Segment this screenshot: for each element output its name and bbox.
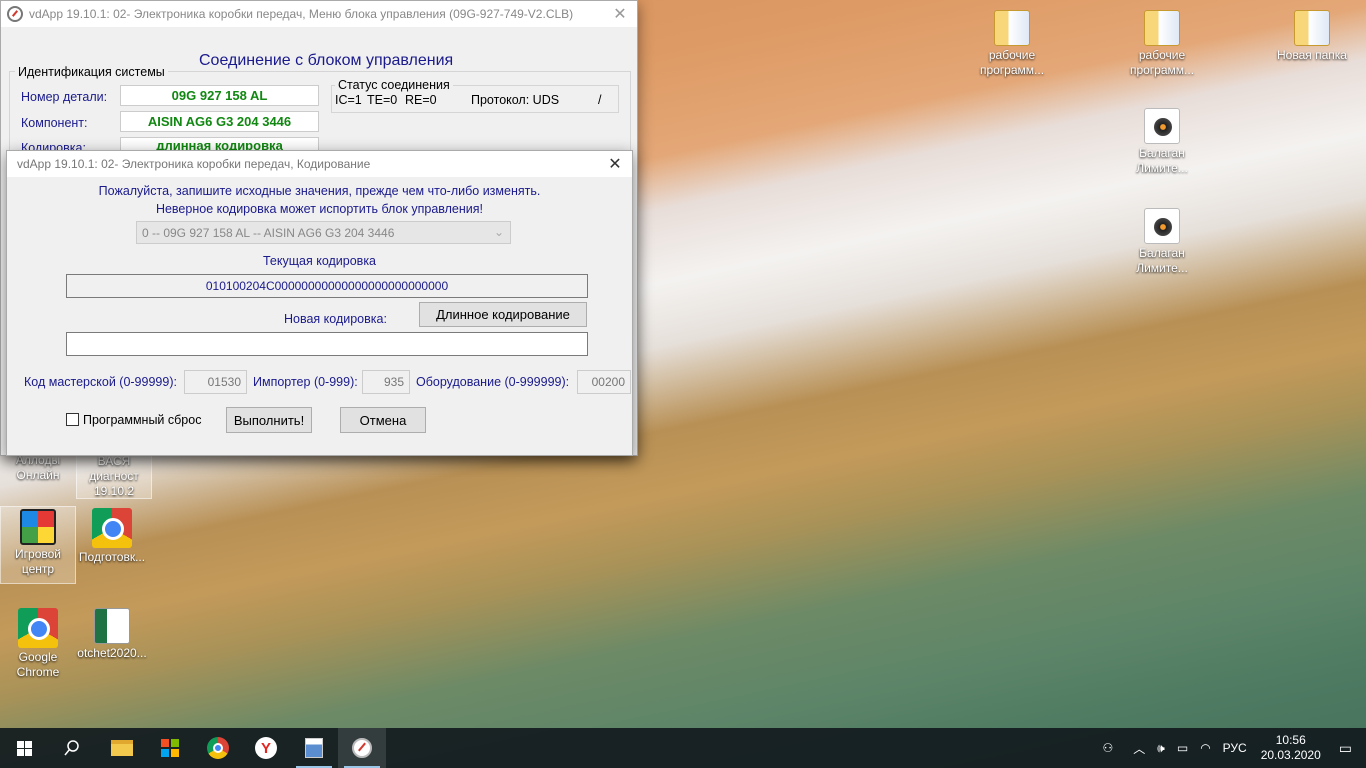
chevron-up-icon[interactable]: ︿ (1133, 740, 1145, 757)
desktop-icon-media-1[interactable]: Балаган Лимите... (1124, 108, 1200, 176)
taskbar-chrome[interactable] (194, 728, 242, 768)
notification-icon[interactable]: ▭ (1339, 740, 1352, 757)
desktop-icon-label: ВАСЯ диагност 19.10.2 (89, 454, 139, 498)
main-titlebar[interactable]: vdApp 19.10.1: 02- Электроника коробки п… (1, 1, 637, 27)
chrome-icon (18, 608, 58, 648)
chrome-icon (92, 508, 132, 548)
status-te: TE=0 (367, 93, 398, 107)
desktop-icon-media-2[interactable]: Балаган Лимите... (1124, 208, 1200, 276)
taskbar-app-image[interactable] (290, 728, 338, 768)
search-icon (64, 740, 79, 756)
desktop-icon-chrome-prep[interactable]: Подготовк... (74, 508, 150, 565)
status-ic: IC=1 (335, 93, 362, 107)
workshop-code-input[interactable]: 01530 (184, 370, 247, 394)
taskbar-explorer[interactable] (98, 728, 146, 768)
long-coding-button[interactable]: Длинное кодирование (419, 302, 587, 327)
desktop-icon-label: otchet2020... (77, 646, 147, 660)
system-tray: ⚇ ︿ 🕪 ▭ ◠ РУС 10:56 20.03.2020 ▭ (1097, 728, 1366, 768)
desktop-icon-vasya[interactable]: ВАСЯ диагност 19.10.2 (76, 453, 152, 499)
status-re: RE=0 (405, 93, 437, 107)
main-window-title: vdApp 19.10.1: 02- Электроника коробки п… (29, 7, 574, 21)
module-select[interactable]: 0 -- 09G 927 158 AL -- AISIN AG6 G3 204 … (136, 221, 511, 244)
status-slash: / (598, 93, 602, 107)
desktop-icon-label: Google Chrome (16, 650, 60, 679)
desktop-icon-google-chrome[interactable]: Google Chrome (0, 608, 76, 680)
workshop-code-label: Код мастерской (0-99999): (24, 375, 177, 389)
taskbar-vdapp[interactable] (338, 728, 386, 768)
desktop-icon-game-center[interactable]: Игровой центр (0, 506, 76, 584)
chevron-down-icon: ⌄ (493, 225, 504, 239)
clock-date: 20.03.2020 (1260, 748, 1321, 762)
search-button[interactable] (48, 728, 96, 768)
module-select-value: 0 -- 09G 927 158 AL -- AISIN AG6 G3 204 … (142, 225, 395, 240)
app-logo-icon (7, 6, 23, 22)
execute-button[interactable]: Выполнить! (226, 407, 312, 433)
ident-group-label: Идентификация системы (15, 65, 168, 79)
desktop-icon-folder-2[interactable]: рабочие программ... (1124, 10, 1200, 78)
importer-input[interactable]: 935 (362, 370, 410, 394)
desktop-icon-label: Новая папка (1277, 48, 1347, 62)
desktop-icon-label: рабочие программ... (1129, 48, 1195, 77)
language-indicator[interactable]: РУС (1223, 741, 1247, 755)
status-protocol: Протокол: UDS (471, 93, 560, 107)
status-group-label: Статус соединения (335, 78, 453, 92)
desktop-icon-folder-1[interactable]: рабочие программ... (974, 10, 1050, 78)
yandex-icon: Y (255, 737, 277, 759)
vdapp-icon (352, 738, 372, 758)
current-coding-label: Текущая кодировка (262, 254, 377, 268)
desktop-icon-label: Балаган Лимите... (1136, 246, 1188, 275)
image-app-icon (305, 738, 323, 758)
part-number-value: 09G 927 158 AL (120, 85, 319, 106)
warning-text-2: Неверное кодировка может испортить блок … (155, 202, 484, 216)
equipment-label: Оборудование (0-999999): (416, 375, 570, 389)
clock-time: 10:56 (1275, 733, 1306, 747)
component-value: AISIN AG6 G3 204 3446 (120, 111, 319, 132)
wifi-icon[interactable]: ◠ (1200, 741, 1210, 755)
clock[interactable]: 10:56 20.03.2020 (1261, 733, 1321, 763)
current-coding-value: 010100204C00000000000000000000000000 (66, 274, 588, 298)
soft-reset-checkbox[interactable] (66, 413, 79, 426)
start-button[interactable] (0, 728, 48, 768)
cube-icon (20, 509, 56, 545)
store-icon (161, 739, 179, 757)
windows-logo-icon (16, 740, 32, 756)
equipment-input[interactable]: 00200 (577, 370, 631, 394)
taskbar-yandex[interactable]: Y (242, 728, 290, 768)
folder-icon (1144, 10, 1180, 46)
desktop-icon-new-folder[interactable]: Новая папка (1274, 10, 1350, 63)
taskbar-store[interactable] (146, 728, 194, 768)
coding-dialog: vdApp 19.10.1: 02- Электроника коробки п… (6, 150, 633, 456)
people-icon[interactable]: ⚇ (1103, 741, 1114, 755)
cancel-button[interactable]: Отмена (340, 407, 426, 433)
media-file-icon (1144, 108, 1180, 144)
desktop-icon-label: Игровой центр (15, 547, 61, 576)
battery-icon[interactable]: ▭ (1177, 741, 1188, 755)
importer-label: Импортер (0-999): (253, 375, 358, 389)
desktop-icon-otchet[interactable]: otchet2020... (74, 608, 150, 661)
chrome-icon (207, 737, 229, 759)
folder-icon (994, 10, 1030, 46)
desktop-icon-label: Балаган Лимите... (1136, 146, 1188, 175)
component-label: Компонент: (21, 116, 88, 130)
folder-icon (1294, 10, 1330, 46)
folder-icon (111, 740, 133, 756)
warning-text-1: Пожалуйста, запишите исходные значения, … (98, 184, 541, 198)
part-number-label: Номер детали: (21, 90, 108, 104)
coding-titlebar[interactable]: vdApp 19.10.1: 02- Электроника коробки п… (7, 151, 632, 177)
taskbar: Y ⚇ ︿ 🕪 ▭ ◠ РУС 10:56 20.03.2020 ▭ (0, 728, 1366, 768)
new-coding-input[interactable] (66, 332, 588, 356)
soft-reset-label: Программный сброс (83, 413, 202, 427)
connection-heading: Соединение с блоком управления (199, 52, 454, 69)
desktop-icon-label: Подготовк... (78, 550, 146, 564)
desktop-icon-label: Аллоды Онлайн (15, 453, 61, 482)
desktop-icon-allods[interactable]: Аллоды Онлайн (0, 453, 76, 497)
volume-icon[interactable]: 🕪 (1157, 741, 1165, 756)
media-file-icon (1144, 208, 1180, 244)
excel-icon (94, 608, 130, 644)
close-icon[interactable]: ✕ (603, 1, 637, 27)
desktop-icon-label: рабочие программ... (979, 48, 1045, 77)
coding-dialog-title: vdApp 19.10.1: 02- Электроника коробки п… (17, 157, 371, 171)
close-icon[interactable]: ✕ (598, 151, 632, 177)
new-coding-label: Новая кодировка: (284, 312, 387, 326)
